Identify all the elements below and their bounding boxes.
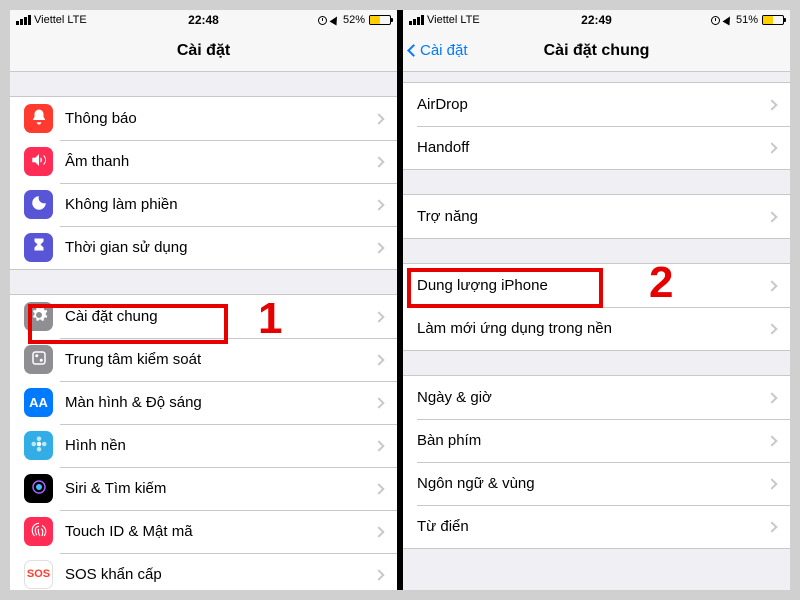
row-label: Trợ năng xyxy=(417,208,768,225)
general-group-3: Dung lượng iPhone Làm mới ứng dụng trong… xyxy=(403,263,790,351)
sos-icon: SOS xyxy=(24,560,53,589)
alarm-icon xyxy=(318,16,327,25)
row-screentime[interactable]: Thời gian sử dụng xyxy=(10,226,397,269)
status-bar: Viettel LTE 22:48 52% xyxy=(10,10,397,30)
battery-fill xyxy=(370,16,380,24)
text-size-icon: AA xyxy=(24,388,53,417)
row-wallpaper[interactable]: Hình nền xyxy=(10,424,397,467)
chevron-right-icon xyxy=(766,142,777,153)
chevron-right-icon xyxy=(373,526,384,537)
row-accessibility[interactable]: Trợ năng xyxy=(403,195,790,238)
chevron-right-icon xyxy=(766,392,777,403)
hourglass-icon xyxy=(24,233,53,262)
chevron-right-icon xyxy=(373,397,384,408)
chevron-right-icon xyxy=(766,280,777,291)
settings-list[interactable]: Thông báo Âm thanh Không làm phiền Thời … xyxy=(10,72,397,590)
back-button[interactable]: Cài đặt xyxy=(409,30,468,71)
chevron-right-icon xyxy=(373,199,384,210)
row-label: Dung lượng iPhone xyxy=(417,277,768,294)
step-number-2: 2 xyxy=(649,258,673,308)
row-touchid[interactable]: Touch ID & Mật mã xyxy=(10,510,397,553)
row-label: Thông báo xyxy=(65,110,375,127)
speaker-icon xyxy=(24,147,53,176)
phone-left: Viettel LTE 22:48 52% Cài đặt Thông báo xyxy=(10,10,397,590)
row-label: Ngôn ngữ & vùng xyxy=(417,475,768,492)
chevron-right-icon xyxy=(373,354,384,365)
row-label: Làm mới ứng dụng trong nền xyxy=(417,320,768,337)
nav-bar: Cài đặt Cài đặt chung xyxy=(403,30,790,72)
row-label: Touch ID & Mật mã xyxy=(65,523,375,540)
row-label: Không làm phiền xyxy=(65,196,375,213)
row-airdrop[interactable]: AirDrop xyxy=(403,83,790,126)
chevron-right-icon xyxy=(766,211,777,222)
chevron-right-icon xyxy=(766,99,777,110)
row-general[interactable]: Cài đặt chung xyxy=(10,295,397,338)
row-siri[interactable]: Siri & Tìm kiếm xyxy=(10,467,397,510)
chevron-right-icon xyxy=(373,311,384,322)
nav-bar: Cài đặt xyxy=(10,30,397,72)
battery-icon xyxy=(369,15,391,25)
chevron-left-icon xyxy=(407,44,420,57)
fingerprint-icon xyxy=(24,517,53,546)
row-storage[interactable]: Dung lượng iPhone xyxy=(403,264,790,307)
row-label: AirDrop xyxy=(417,96,768,113)
step-number-1: 1 xyxy=(258,294,282,344)
chevron-right-icon xyxy=(373,242,384,253)
row-sos[interactable]: SOS SOS khẩn cấp xyxy=(10,553,397,590)
moon-icon xyxy=(24,190,53,219)
phone-right: Viettel LTE 22:49 51% Cài đặt Cài đặt ch… xyxy=(403,10,790,590)
row-dnd[interactable]: Không làm phiền xyxy=(10,183,397,226)
chevron-right-icon xyxy=(373,156,384,167)
battery-fill xyxy=(763,16,773,24)
row-label: Ngày & giờ xyxy=(417,389,768,406)
row-label: Âm thanh xyxy=(65,153,375,170)
chevron-right-icon xyxy=(373,440,384,451)
row-label: Bàn phím xyxy=(417,432,768,449)
chevron-right-icon xyxy=(766,323,777,334)
row-label: Siri & Tìm kiếm xyxy=(65,480,375,497)
row-language[interactable]: Ngôn ngữ & vùng xyxy=(403,462,790,505)
general-group-1: AirDrop Handoff xyxy=(403,82,790,170)
row-label: Trung tâm kiểm soát xyxy=(65,351,375,368)
row-controlcenter[interactable]: Trung tâm kiểm soát xyxy=(10,338,397,381)
row-label: Từ điển xyxy=(417,518,768,535)
page-title: Cài đặt xyxy=(177,42,230,60)
row-handoff[interactable]: Handoff xyxy=(403,126,790,169)
row-label: Handoff xyxy=(417,139,768,156)
chevron-right-icon xyxy=(373,483,384,494)
row-label: Cài đặt chung xyxy=(65,308,375,325)
general-list[interactable]: AirDrop Handoff Trợ năng Dung lượng iPh xyxy=(403,72,790,590)
settings-group-1: Thông báo Âm thanh Không làm phiền Thời … xyxy=(10,96,397,270)
row-notifications[interactable]: Thông báo xyxy=(10,97,397,140)
chevron-right-icon xyxy=(373,113,384,124)
alarm-icon xyxy=(711,16,720,25)
bell-icon xyxy=(24,104,53,133)
chevron-right-icon xyxy=(766,478,777,489)
sliders-icon xyxy=(24,345,53,374)
row-label: Hình nền xyxy=(65,437,375,454)
row-label: SOS khẩn cấp xyxy=(65,566,375,583)
siri-icon xyxy=(24,474,53,503)
chevron-right-icon xyxy=(766,435,777,446)
row-datetime[interactable]: Ngày & giờ xyxy=(403,376,790,419)
chevron-right-icon xyxy=(766,521,777,532)
back-label: Cài đặt xyxy=(420,42,468,59)
flower-icon xyxy=(24,431,53,460)
status-bar: Viettel LTE 22:49 51% xyxy=(403,10,790,30)
page-title: Cài đặt chung xyxy=(544,42,650,60)
row-sounds[interactable]: Âm thanh xyxy=(10,140,397,183)
row-label: Màn hình & Độ sáng xyxy=(65,394,375,411)
general-group-2: Trợ năng xyxy=(403,194,790,239)
settings-group-2: Cài đặt chung Trung tâm kiểm soát AA Màn… xyxy=(10,294,397,590)
chevron-right-icon xyxy=(373,569,384,580)
row-display[interactable]: AA Màn hình & Độ sáng xyxy=(10,381,397,424)
row-background-refresh[interactable]: Làm mới ứng dụng trong nền xyxy=(403,307,790,350)
comparison-frame: Viettel LTE 22:48 52% Cài đặt Thông báo xyxy=(10,10,790,590)
row-dictionary[interactable]: Từ điển xyxy=(403,505,790,548)
battery-icon xyxy=(762,15,784,25)
row-keyboard[interactable]: Bàn phím xyxy=(403,419,790,462)
gear-icon xyxy=(24,302,53,331)
general-group-4: Ngày & giờ Bàn phím Ngôn ngữ & vùng Từ đ… xyxy=(403,375,790,549)
row-label: Thời gian sử dụng xyxy=(65,239,375,256)
